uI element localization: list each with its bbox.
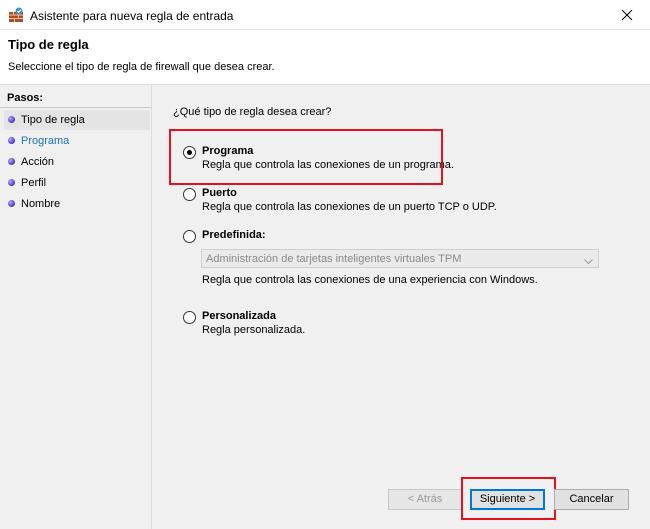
step-bullet-icon xyxy=(8,158,15,165)
wizard-header: Tipo de regla Seleccione el tipo de regl… xyxy=(0,30,650,85)
steps-divider xyxy=(0,107,151,108)
title-bar: Asistente para nueva regla de entrada xyxy=(0,0,650,30)
radio-programa[interactable] xyxy=(183,146,196,159)
wizard-body: Pasos: Tipo de regla Programa Acción Per… xyxy=(0,85,650,529)
back-button[interactable]: < Atrás xyxy=(388,489,462,510)
radio-puerto[interactable] xyxy=(183,188,196,201)
step-bullet-icon xyxy=(8,200,15,207)
option-description: Regla que controla las conexiones de una… xyxy=(202,274,538,286)
step-tipo-de-regla[interactable]: Tipo de regla xyxy=(4,110,150,130)
option-title: Personalizada xyxy=(202,310,276,322)
option-description: Regla que controla las conexiones de un … xyxy=(202,201,497,213)
radio-personalizada[interactable] xyxy=(183,311,196,324)
highlight-box-programa xyxy=(169,129,443,185)
content-panel: ¿Qué tipo de regla desea crear? Programa… xyxy=(153,85,650,529)
step-perfil[interactable]: Perfil xyxy=(4,173,150,193)
radio-predefinida[interactable] xyxy=(183,230,196,243)
step-label: Perfil xyxy=(21,177,47,189)
step-bullet-icon xyxy=(8,116,15,123)
page-title: Tipo de regla xyxy=(8,37,89,52)
step-label: Acción xyxy=(21,156,55,168)
step-label: Tipo de regla xyxy=(21,114,85,126)
page-subtitle: Seleccione el tipo de regla de firewall … xyxy=(8,61,275,73)
step-nombre[interactable]: Nombre xyxy=(4,194,150,214)
firewall-icon xyxy=(8,7,24,23)
step-label: Programa xyxy=(21,135,70,147)
step-programa[interactable]: Programa xyxy=(4,131,150,151)
next-button[interactable]: Siguiente > xyxy=(470,489,545,510)
step-bullet-icon xyxy=(8,179,15,186)
option-title: Predefinida: xyxy=(202,229,266,241)
cancel-button[interactable]: Cancelar xyxy=(554,489,629,510)
close-button[interactable] xyxy=(604,0,650,30)
step-accion[interactable]: Acción xyxy=(4,152,150,172)
step-bullet-icon xyxy=(8,137,15,144)
step-label: Nombre xyxy=(21,198,61,210)
option-description: Regla que controla las conexiones de un … xyxy=(202,159,454,171)
option-title: Puerto xyxy=(202,187,237,199)
steps-title: Pasos: xyxy=(7,92,44,104)
select-value: Administración de tarjetas inteligentes … xyxy=(206,253,462,265)
predefined-rule-select[interactable]: Administración de tarjetas inteligentes … xyxy=(201,249,599,268)
rule-type-question: ¿Qué tipo de regla desea crear? xyxy=(173,106,332,118)
steps-panel: Pasos: Tipo de regla Programa Acción Per… xyxy=(0,85,152,529)
option-description: Regla personalizada. xyxy=(202,324,306,336)
close-icon xyxy=(621,9,633,21)
option-title: Programa xyxy=(202,145,254,157)
chevron-down-icon xyxy=(584,256,593,268)
window-title: Asistente para nueva regla de entrada xyxy=(30,9,234,23)
